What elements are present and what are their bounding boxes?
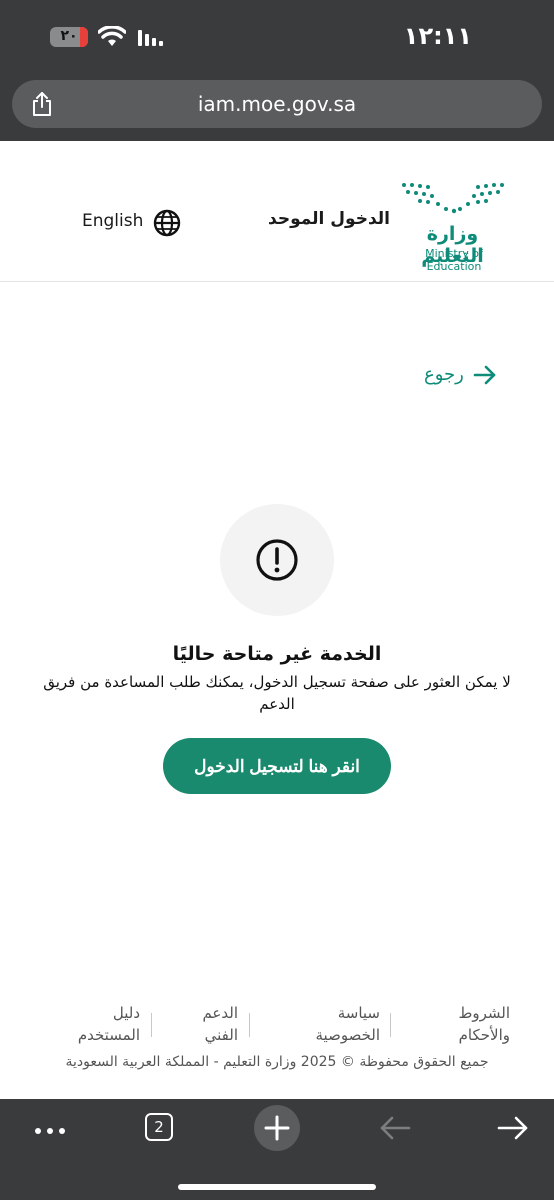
footer-divider [151,1013,152,1037]
language-switch-label[interactable]: English [82,211,143,231]
forward-arrow-icon[interactable] [496,1113,530,1143]
sso-title: الدخول الموحد [268,209,390,229]
back-arrow-icon[interactable] [378,1113,412,1143]
footer-divider [390,1013,391,1037]
back-label: رجوع [424,364,464,385]
footer-divider [249,1013,250,1037]
exclamation-icon [256,539,298,581]
battery-indicator: ٢٠ [50,27,88,47]
login-button[interactable]: انقر هنا لتسجيل الدخول [163,738,391,794]
logo-english-text: Ministry of Education [425,247,483,273]
status-time: ١٢:١١ [403,22,472,50]
error-icon-container [220,504,334,616]
wifi-icon [98,26,126,46]
back-link[interactable]: رجوع [424,362,504,392]
status-bar: ٢٠ ١٢:١١ [0,0,554,76]
url-text[interactable]: iam.moe.gov.sa [12,92,542,116]
footer-terms-link[interactable]: الشروط والأحكام [440,1002,510,1046]
ministry-logo-icon [402,183,504,214]
error-title: الخدمة غير متاحة حاليًا [172,643,382,665]
site-header: وزارة التعليم Ministry of Education الدخ… [0,141,554,282]
arrow-right-icon [473,365,496,385]
address-bar[interactable]: iam.moe.gov.sa [12,80,542,128]
new-tab-plus-icon[interactable] [254,1105,300,1151]
browser-address-area: iam.moe.gov.sa [0,76,554,141]
footer-support-link[interactable]: الدعم الفني [190,1002,238,1046]
copyright-text: جميع الحقوق محفوظة © 2025 وزارة التعليم … [65,1054,489,1070]
cellular-signal-icon [138,30,163,46]
home-indicator [178,1184,376,1190]
tab-count: 2 [154,1118,164,1136]
footer-guide-link[interactable]: دليل المستخدم [70,1002,140,1046]
footer-privacy-link[interactable]: سياسة الخصوصية [300,1002,380,1046]
globe-icon[interactable] [152,208,182,238]
tabs-button[interactable]: 2 [145,1113,173,1141]
battery-level: ٢٠ [60,28,78,44]
more-options-icon[interactable] [34,1125,68,1137]
error-description: لا يمكن العثور على صفحة تسجيل الدخول، يم… [43,673,511,713]
